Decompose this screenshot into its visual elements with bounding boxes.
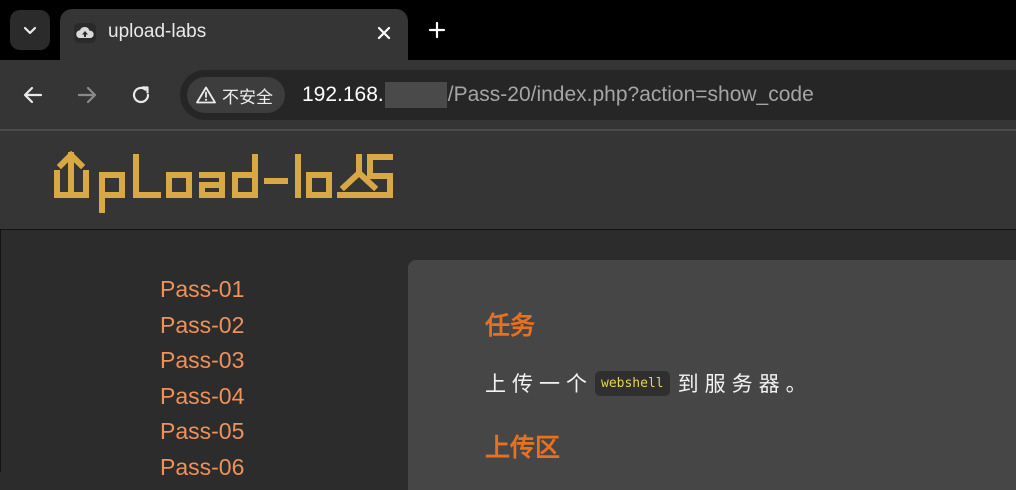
browser-toolbar: 不安全 192.168. /Pass-20/index.php?action=s… — [0, 60, 1016, 130]
menu-item-pass-05[interactable]: Pass-05 — [160, 414, 244, 450]
address-bar[interactable]: 不安全 192.168. /Pass-20/index.php?action=s… — [180, 70, 1016, 120]
url-text[interactable]: 192.168. /Pass-20/index.php?action=show_… — [302, 82, 814, 108]
warning-icon — [196, 86, 216, 104]
site-logo[interactable] — [52, 149, 398, 213]
task-description: 上传一个 webshell 到服务器。 — [485, 368, 813, 398]
tab-search-button[interactable] — [10, 10, 50, 50]
chevron-down-icon — [23, 26, 37, 35]
content-panel: 任务 上传一个 webshell 到服务器。 上传区 — [408, 260, 1016, 490]
menu-item-pass-02[interactable]: Pass-02 — [160, 308, 244, 344]
cloud-upload-icon — [74, 23, 96, 43]
task-text-after: 到服务器。 — [677, 373, 813, 396]
reload-button[interactable] — [126, 80, 156, 110]
menu-item-pass-03[interactable]: Pass-03 — [160, 343, 244, 379]
redacted-block — [384, 82, 447, 108]
site-header — [0, 131, 1016, 229]
code-snippet: webshell — [595, 370, 670, 396]
menu-item-pass-01[interactable]: Pass-01 — [160, 272, 244, 308]
tab-close-button[interactable] — [370, 19, 398, 47]
security-indicator[interactable]: 不安全 — [187, 77, 285, 113]
menu-item-pass-04[interactable]: Pass-04 — [160, 379, 244, 415]
back-button[interactable] — [18, 80, 48, 110]
forward-button[interactable] — [72, 80, 102, 110]
tab-title: upload-labs — [108, 21, 207, 42]
arrow-right-icon — [77, 86, 97, 104]
new-tab-button[interactable] — [422, 15, 452, 45]
header-divider — [0, 229, 1016, 230]
arrow-left-icon — [23, 86, 43, 104]
url-host: 192.168. — [302, 83, 384, 106]
url-path: /Pass-20/index.php?action=show_code — [447, 83, 814, 106]
pass-menu: Pass-01 Pass-02 Pass-03 Pass-04 Pass-05 … — [160, 272, 244, 485]
security-label: 不安全 — [222, 87, 273, 107]
page-left-edge — [0, 229, 1, 472]
tab-strip: upload-labs — [0, 0, 1016, 60]
reload-icon — [132, 86, 150, 104]
menu-item-pass-06[interactable]: Pass-06 — [160, 450, 244, 486]
plus-icon — [428, 21, 446, 39]
task-text-before: 上传一个 — [485, 373, 593, 396]
browser-tab-active[interactable]: upload-labs — [60, 9, 408, 60]
task-heading: 任务 — [485, 312, 536, 340]
upload-heading: 上传区 — [485, 434, 561, 462]
close-icon — [377, 26, 391, 40]
